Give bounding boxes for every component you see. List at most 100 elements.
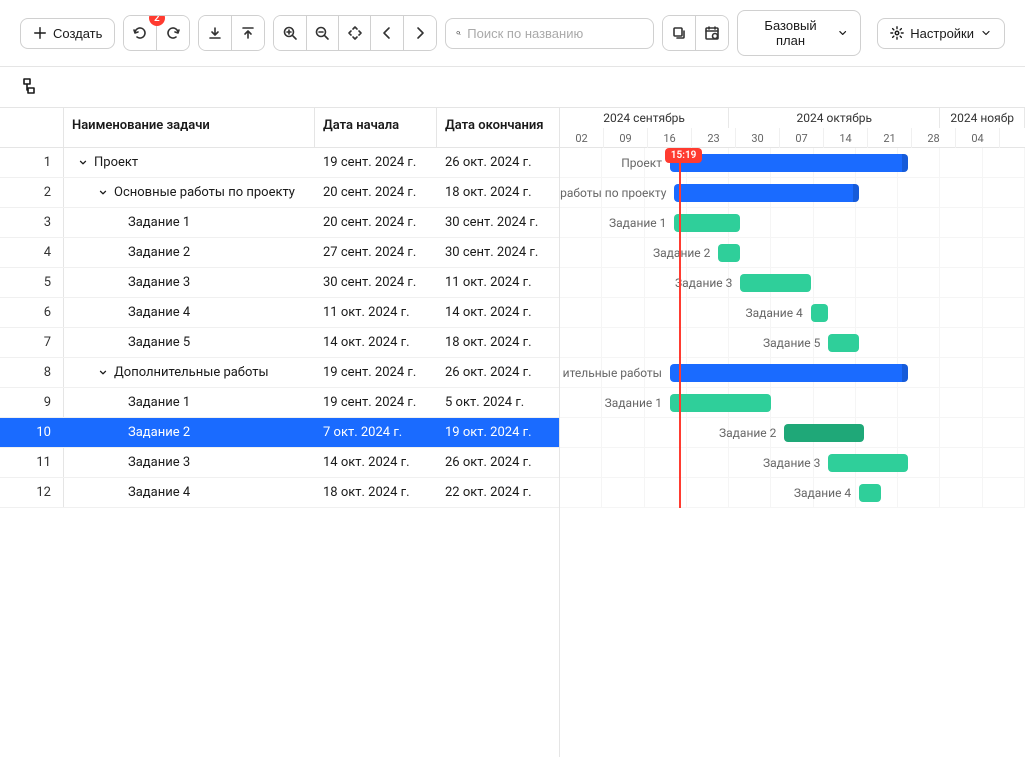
gantt-row[interactable]: работы по проекту bbox=[560, 178, 1025, 208]
gantt-row[interactable]: Задание 3 bbox=[560, 448, 1025, 478]
task-name[interactable]: Задание 3 bbox=[64, 455, 315, 470]
chevron-left-icon bbox=[379, 25, 395, 41]
structure-icon[interactable] bbox=[20, 75, 42, 97]
table-row[interactable]: 9Задание 119 сент. 2024 г.5 окт. 2024 г. bbox=[0, 388, 559, 418]
gantt-bar[interactable]: Задание 5 bbox=[828, 334, 859, 352]
gantt-bar[interactable]: Задание 1 bbox=[670, 394, 771, 412]
col-name[interactable]: Наименование задачи bbox=[64, 108, 315, 147]
end-date[interactable]: 18 окт. 2024 г. bbox=[437, 335, 559, 350]
gantt-bar[interactable]: работы по проекту bbox=[674, 184, 859, 202]
gantt-bar[interactable]: Задание 3 bbox=[740, 274, 810, 292]
table-row[interactable]: 5Задание 330 сент. 2024 г.11 окт. 2024 г… bbox=[0, 268, 559, 298]
gantt-row[interactable]: Задание 2 bbox=[560, 418, 1025, 448]
start-date[interactable]: 30 сент. 2024 г. bbox=[315, 275, 437, 290]
settings-button[interactable]: Настройки bbox=[877, 18, 1005, 49]
table-row[interactable]: 12Задание 418 окт. 2024 г.22 окт. 2024 г… bbox=[0, 478, 559, 508]
end-date[interactable]: 11 окт. 2024 г. bbox=[437, 275, 559, 290]
day-label: 02 bbox=[560, 128, 604, 148]
day-label: 09 bbox=[604, 128, 648, 148]
search-box[interactable] bbox=[445, 18, 654, 49]
next-button[interactable] bbox=[404, 16, 436, 50]
start-date[interactable]: 14 окт. 2024 г. bbox=[315, 335, 437, 350]
task-name[interactable]: Задание 2 bbox=[64, 245, 315, 260]
create-button[interactable]: Создать bbox=[20, 18, 115, 49]
table-row[interactable]: 7Задание 514 окт. 2024 г.18 окт. 2024 г. bbox=[0, 328, 559, 358]
table-row[interactable]: 11Задание 314 окт. 2024 г.26 окт. 2024 г… bbox=[0, 448, 559, 478]
table-row[interactable]: 6Задание 411 окт. 2024 г.14 окт. 2024 г. bbox=[0, 298, 559, 328]
gantt-row[interactable]: Задание 4 bbox=[560, 298, 1025, 328]
col-start[interactable]: Дата начала bbox=[315, 108, 437, 147]
task-name[interactable]: Дополнительные работы bbox=[64, 365, 315, 380]
end-date[interactable]: 5 окт. 2024 г. bbox=[437, 395, 559, 410]
start-date[interactable]: 19 сент. 2024 г. bbox=[315, 155, 437, 170]
end-date[interactable]: 30 сент. 2024 г. bbox=[437, 245, 559, 260]
task-name[interactable]: Задание 1 bbox=[64, 215, 315, 230]
gantt-bar[interactable]: Задание 3 bbox=[828, 454, 907, 472]
gantt-bar[interactable]: ительные работы bbox=[670, 364, 908, 382]
table-row[interactable]: 2Основные работы по проекту20 сент. 2024… bbox=[0, 178, 559, 208]
col-end[interactable]: Дата окончания bbox=[437, 108, 559, 147]
chevron-down-icon[interactable] bbox=[96, 366, 110, 380]
end-date[interactable]: 22 окт. 2024 г. bbox=[437, 485, 559, 500]
start-date[interactable]: 14 окт. 2024 г. bbox=[315, 455, 437, 470]
outdent-button[interactable] bbox=[199, 16, 231, 50]
redo-icon bbox=[165, 25, 181, 41]
end-date[interactable]: 26 окт. 2024 г. bbox=[437, 365, 559, 380]
indent-button[interactable] bbox=[232, 16, 264, 50]
end-date[interactable]: 26 окт. 2024 г. bbox=[437, 155, 559, 170]
gantt-row[interactable]: ительные работы bbox=[560, 358, 1025, 388]
task-name[interactable]: Задание 5 bbox=[64, 335, 315, 350]
prev-button[interactable] bbox=[371, 16, 403, 50]
gantt-bar[interactable]: Задание 2 bbox=[784, 424, 863, 442]
table-row[interactable]: 4Задание 227 сент. 2024 г.30 сент. 2024 … bbox=[0, 238, 559, 268]
table-row[interactable]: 8Дополнительные работы19 сент. 2024 г.26… bbox=[0, 358, 559, 388]
table-row[interactable]: 1Проект19 сент. 2024 г.26 окт. 2024 г. bbox=[0, 148, 559, 178]
gantt-row[interactable]: Задание 2 bbox=[560, 238, 1025, 268]
fit-button[interactable] bbox=[339, 16, 371, 50]
end-date[interactable]: 18 окт. 2024 г. bbox=[437, 185, 559, 200]
gantt-bar[interactable]: Задание 2 bbox=[718, 244, 740, 262]
search-input[interactable] bbox=[467, 26, 643, 41]
gantt-row[interactable]: Задание 1 bbox=[560, 388, 1025, 418]
gantt-body[interactable]: Проект работы по проекту Задание 1 Задание … bbox=[560, 148, 1025, 508]
end-date[interactable]: 26 окт. 2024 г. bbox=[437, 455, 559, 470]
chevron-down-icon[interactable] bbox=[96, 186, 110, 200]
task-name[interactable]: Задание 4 bbox=[64, 305, 315, 320]
gantt-row[interactable]: Задание 1 bbox=[560, 208, 1025, 238]
start-date[interactable]: 11 окт. 2024 г. bbox=[315, 305, 437, 320]
gantt-row[interactable]: Задание 5 bbox=[560, 328, 1025, 358]
task-name[interactable]: Задание 2 bbox=[64, 425, 315, 440]
table-row[interactable]: 10Задание 27 окт. 2024 г.19 окт. 2024 г. bbox=[0, 418, 559, 448]
start-date[interactable]: 19 сент. 2024 г. bbox=[315, 395, 437, 410]
start-date[interactable]: 20 сент. 2024 г. bbox=[315, 185, 437, 200]
start-date[interactable]: 19 сент. 2024 г. bbox=[315, 365, 437, 380]
day-label: 16 bbox=[648, 128, 692, 148]
task-name[interactable]: Задание 1 bbox=[64, 395, 315, 410]
end-date[interactable]: 30 сент. 2024 г. bbox=[437, 215, 559, 230]
zoom-out-button[interactable] bbox=[307, 16, 339, 50]
baseline-button[interactable]: Базовый план bbox=[737, 10, 861, 56]
start-date[interactable]: 18 окт. 2024 г. bbox=[315, 485, 437, 500]
start-date[interactable]: 7 окт. 2024 г. bbox=[315, 425, 437, 440]
gantt-row[interactable]: Проект bbox=[560, 148, 1025, 178]
gantt-row[interactable]: Задание 3 bbox=[560, 268, 1025, 298]
gantt-bar[interactable]: Задание 4 bbox=[811, 304, 829, 322]
calendar-button[interactable] bbox=[696, 16, 728, 50]
expand-button[interactable] bbox=[663, 16, 695, 50]
table-row[interactable]: 3Задание 120 сент. 2024 г.30 сент. 2024 … bbox=[0, 208, 559, 238]
end-date[interactable]: 19 окт. 2024 г. bbox=[437, 425, 559, 440]
chevron-down-icon[interactable] bbox=[76, 156, 90, 170]
start-date[interactable]: 20 сент. 2024 г. bbox=[315, 215, 437, 230]
gantt-bar[interactable]: Проект bbox=[670, 154, 908, 172]
task-name[interactable]: Задание 4 bbox=[64, 485, 315, 500]
gantt-bar[interactable]: Задание 4 bbox=[859, 484, 881, 502]
task-name[interactable]: Основные работы по проекту bbox=[64, 185, 315, 200]
gantt-row[interactable]: Задание 4 bbox=[560, 478, 1025, 508]
task-name[interactable]: Проект bbox=[64, 155, 315, 170]
task-name[interactable]: Задание 3 bbox=[64, 275, 315, 290]
end-date[interactable]: 14 окт. 2024 г. bbox=[437, 305, 559, 320]
start-date[interactable]: 27 сент. 2024 г. bbox=[315, 245, 437, 260]
zoom-in-button[interactable] bbox=[274, 16, 306, 50]
zoom-in-icon bbox=[282, 25, 298, 41]
gantt-bar[interactable]: Задание 1 bbox=[674, 214, 740, 232]
